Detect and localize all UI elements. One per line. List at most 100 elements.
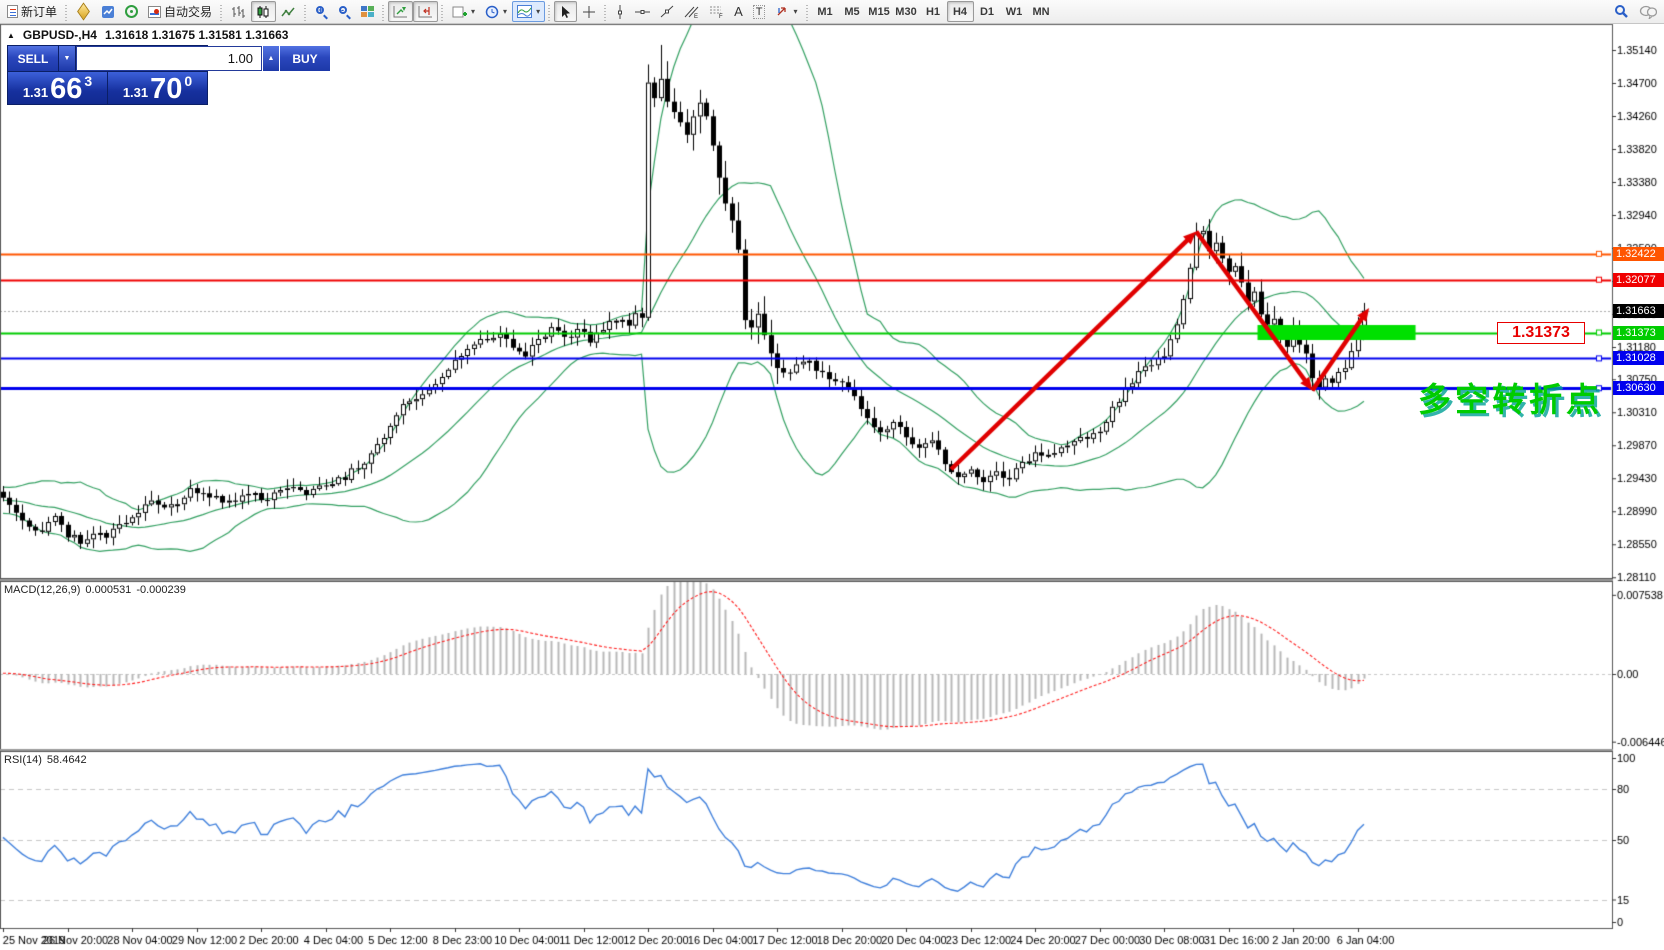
template-icon <box>517 5 532 18</box>
rsi-value: 58.4642 <box>47 754 87 766</box>
new-order-icon <box>7 5 18 18</box>
text-label-icon: T <box>753 5 766 19</box>
equidistant-channel-tool-button[interactable]: E <box>679 1 704 22</box>
price-annotation-box: 1.31373 <box>1497 322 1585 344</box>
text-label-tool-button[interactable]: T <box>748 1 771 22</box>
arrows-icon <box>775 5 789 18</box>
zoom-out-button[interactable]: - <box>333 1 356 22</box>
rsi-label: RSI(14) <box>4 754 42 766</box>
price-label-resistance: 1.32077 <box>1613 273 1664 287</box>
toolbar-grip <box>546 3 553 21</box>
market-watch-button[interactable] <box>71 1 96 22</box>
buy-price-display[interactable]: 1.31 70 0 <box>108 72 207 104</box>
tab-timeframe-M15[interactable]: M15 <box>866 1 893 22</box>
chevron-down-icon: ▾ <box>536 7 540 16</box>
sell-price-display[interactable]: 1.31 66 3 <box>8 72 107 104</box>
clock-icon <box>485 5 499 19</box>
vertical-line-icon <box>615 5 625 19</box>
collapse-triangle-icon[interactable]: ▲ <box>7 31 15 40</box>
chevron-down-icon: ▾ <box>503 7 507 16</box>
macd-indicator-header: MACD(12,26,9) 0.000531 -0.000239 <box>4 584 186 596</box>
crosshair-icon <box>582 5 596 19</box>
cursor-icon <box>559 5 572 19</box>
buy-price-main: 70 <box>150 76 182 103</box>
turning-point-annotation: 多空转折点 <box>1418 373 1603 421</box>
tab-timeframe-M30[interactable]: M30 <box>893 1 920 22</box>
channel-icon: E <box>684 5 699 18</box>
zoom-in-button[interactable]: + <box>310 1 333 22</box>
ohlc-bars-icon <box>231 5 246 19</box>
volume-increase-button[interactable]: ▲ <box>263 46 279 71</box>
candlestick-mode-button[interactable] <box>251 1 276 22</box>
tab-timeframe-M5[interactable]: M5 <box>839 1 866 22</box>
price-label-resistance-upper: 1.32422 <box>1613 247 1664 261</box>
price-chart-canvas[interactable] <box>0 0 1664 950</box>
text-tool-button[interactable]: A <box>729 1 748 22</box>
tab-timeframe-MN[interactable]: MN <box>1028 1 1055 22</box>
new-chart-button[interactable]: ▾ <box>447 1 480 22</box>
vertical-line-tool-button[interactable] <box>610 1 630 22</box>
search-button[interactable] <box>1609 1 1634 22</box>
bar-chart-mode-button[interactable] <box>226 1 251 22</box>
macd-main-value: 0.000531 <box>85 584 131 596</box>
ohlc-values-label: 1.31618 1.31675 1.31581 1.31663 <box>105 28 289 42</box>
buy-button[interactable]: BUY <box>280 46 330 71</box>
tab-timeframe-D1[interactable]: D1 <box>974 1 1001 22</box>
toolbar-grip <box>63 3 70 21</box>
price-label-pivot-green: 1.31373 <box>1613 326 1664 340</box>
chat-bubbles-icon <box>1639 5 1657 19</box>
macd-label: MACD(12,26,9) <box>4 584 80 596</box>
periods-clock-button[interactable]: ▾ <box>480 1 512 22</box>
toolbar-grip <box>218 3 225 21</box>
tab-timeframe-H4[interactable]: H4 <box>947 1 974 22</box>
buy-price-sup: 0 <box>184 73 192 89</box>
chart-shift-button[interactable] <box>413 1 438 22</box>
volume-input[interactable] <box>76 46 262 71</box>
trendline-tool-button[interactable] <box>655 1 679 22</box>
auto-trading-button[interactable]: 自动交易 <box>143 1 217 22</box>
auto-scroll-button[interactable] <box>388 1 413 22</box>
profile-chart-icon <box>101 5 115 19</box>
toolbar-grip <box>602 3 609 21</box>
chart-title-row: ▲ GBPUSD-,H4 1.31618 1.31675 1.31581 1.3… <box>7 28 288 42</box>
buy-price-prefix: 1.31 <box>123 85 148 100</box>
chat-button[interactable] <box>1634 1 1662 22</box>
one-click-trading-panel: SELL ▼ ▲ BUY 1.31 66 3 1.31 70 0 <box>7 45 208 105</box>
arrows-tool-button[interactable]: ▾ <box>770 1 802 22</box>
auto-trading-icon <box>148 6 161 18</box>
macd-signal-value: -0.000239 <box>136 584 186 596</box>
toolbar-grip <box>302 3 309 21</box>
tab-timeframe-W1[interactable]: W1 <box>1001 1 1028 22</box>
auto-scroll-icon <box>393 5 408 18</box>
sell-button[interactable]: SELL <box>8 46 58 71</box>
crosshair-tool-button[interactable] <box>577 1 601 22</box>
svg-text:E: E <box>694 14 698 18</box>
trendline-icon <box>660 5 674 18</box>
volume-decrease-button[interactable]: ▼ <box>59 46 75 71</box>
tile-windows-button[interactable] <box>356 1 379 22</box>
search-icon <box>1614 4 1629 19</box>
chevron-down-icon: ▾ <box>793 7 797 16</box>
tab-timeframe-M1[interactable]: M1 <box>812 1 839 22</box>
gold-brush-icon <box>77 2 90 20</box>
new-order-button[interactable]: 新订单 <box>2 1 62 22</box>
profiles-button[interactable] <box>96 1 120 22</box>
price-label-support: 1.31028 <box>1613 351 1664 365</box>
signals-button[interactable] <box>120 1 143 22</box>
fibonacci-icon: F <box>709 5 724 18</box>
cursor-tool-button[interactable] <box>554 1 577 22</box>
fibonacci-tool-button[interactable]: F <box>704 1 729 22</box>
symbol-period-label: GBPUSD-,H4 <box>23 28 97 42</box>
main-toolbar: 新订单 自动交易 + - <box>0 0 1664 24</box>
zoom-in-icon: + <box>315 5 328 18</box>
sell-price-sup: 3 <box>84 73 92 89</box>
line-chart-mode-button[interactable] <box>276 1 301 22</box>
zoom-out-icon: - <box>338 5 351 18</box>
line-chart-icon <box>281 5 296 19</box>
radar-icon <box>125 5 138 18</box>
templates-button[interactable]: ▾ <box>512 1 545 22</box>
chart-shift-icon <box>418 5 433 18</box>
text-tool-icon: A <box>734 4 743 19</box>
horizontal-line-tool-button[interactable] <box>630 1 655 22</box>
tab-timeframe-H1[interactable]: H1 <box>920 1 947 22</box>
